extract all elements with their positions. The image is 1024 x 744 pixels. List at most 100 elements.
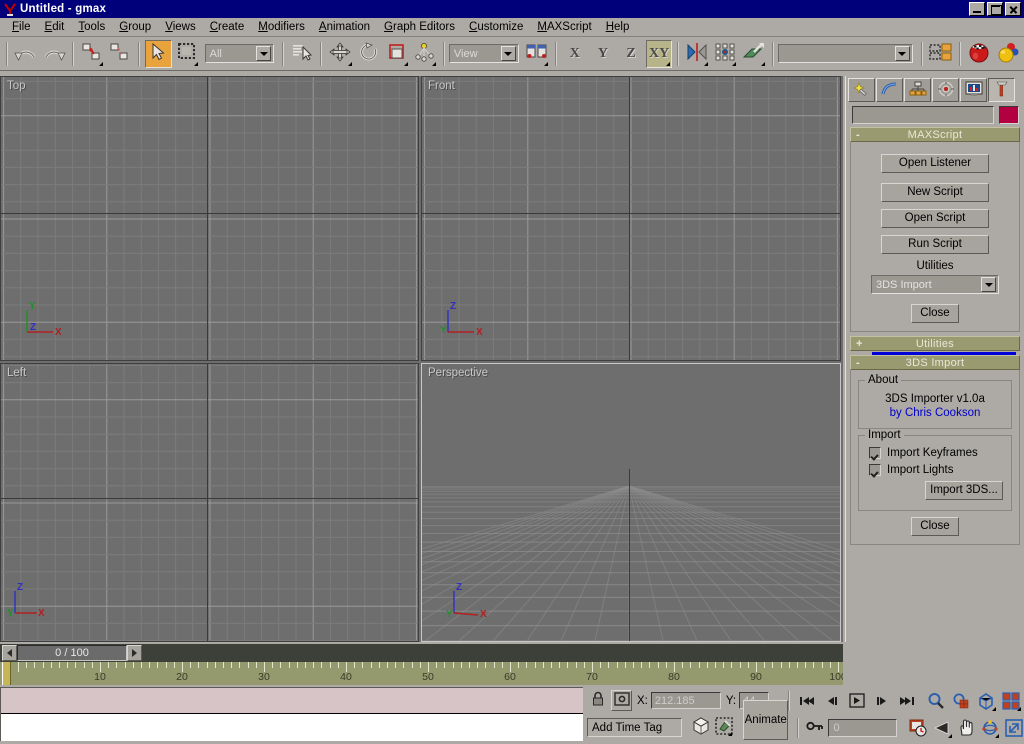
menu-item-graph-editors[interactable]: Graph Editors (377, 20, 462, 34)
undo-button[interactable] (13, 40, 39, 68)
menu-item-create[interactable]: Create (203, 20, 252, 34)
listener-input-field[interactable] (1, 688, 583, 714)
redo-button[interactable] (41, 40, 67, 68)
listener-output-field[interactable] (1, 714, 583, 741)
chevron-down-icon[interactable] (256, 46, 272, 61)
command-tab-utilities[interactable] (988, 78, 1015, 102)
menu-item-file[interactable]: File (5, 20, 38, 34)
go-to-end-button[interactable] (896, 690, 918, 712)
time-configuration-button[interactable] (908, 717, 929, 739)
absolute-relative-toggle-button[interactable] (611, 690, 632, 711)
unlink-selection-button[interactable] (107, 40, 133, 68)
utility-selector-combo[interactable]: 3DS Import (871, 275, 999, 294)
rollout-header-utilities[interactable]: + Utilities (850, 336, 1020, 351)
select-and-move-button[interactable] (327, 40, 353, 68)
menu-item-edit[interactable]: Edit (38, 20, 72, 34)
select-by-name-button[interactable] (289, 40, 315, 68)
time-slider-handle[interactable]: 0 / 100 (2, 645, 142, 661)
menu-item-animation[interactable]: Animation (312, 20, 377, 34)
track-bar[interactable]: 10 20 30 40 50 60 70 80 90 100 (0, 662, 843, 685)
render-scene-button[interactable] (994, 40, 1021, 68)
restrict-to-y-button[interactable]: Y (590, 40, 616, 68)
add-time-tag-field[interactable]: Add Time Tag (587, 718, 682, 737)
align-button[interactable] (712, 40, 738, 68)
menu-item-group[interactable]: Group (112, 20, 158, 34)
import-lights-checkbox[interactable] (869, 464, 881, 476)
menu-item-views[interactable]: Views (158, 20, 202, 34)
grid-toggle-button[interactable] (690, 717, 711, 738)
import-keyframes-checkbox[interactable] (869, 447, 881, 459)
mirror-button[interactable] (684, 40, 710, 68)
previous-frame-button[interactable] (2, 645, 17, 661)
restrict-to-z-button[interactable]: Z (618, 40, 644, 68)
new-script-button[interactable]: New Script (881, 183, 989, 202)
rectangular-selection-region-button[interactable] (174, 40, 200, 68)
maximize-restore-button[interactable] (987, 2, 1003, 16)
selection-lock-toggle-button[interactable] (587, 690, 608, 711)
go-to-start-button[interactable] (796, 690, 818, 712)
viewport-label-top[interactable]: Top (7, 80, 26, 92)
viewport-label-perspective[interactable]: Perspective (428, 367, 488, 379)
zoom-all-button[interactable] (950, 690, 972, 712)
selection-filter-combo[interactable]: All (204, 44, 275, 63)
minimize-button[interactable] (969, 2, 985, 16)
pan-button[interactable] (956, 717, 977, 739)
viewport-perspective[interactable]: Perspective Z X Y (421, 363, 841, 642)
select-and-rotate-button[interactable] (356, 40, 382, 68)
rollout-header-3ds-import[interactable]: - 3DS Import (850, 355, 1020, 370)
arc-rotate-button[interactable] (979, 717, 1000, 739)
command-tab-modify[interactable] (876, 78, 903, 102)
play-animation-button[interactable] (846, 690, 868, 712)
open-script-button[interactable]: Open Script (881, 209, 989, 228)
menu-item-tools[interactable]: Tools (71, 20, 112, 34)
reference-coordinate-system-combo[interactable]: View (448, 44, 519, 63)
restrict-to-x-button[interactable]: X (562, 40, 588, 68)
menu-item-modifiers[interactable]: Modifiers (251, 20, 312, 34)
maxscript-close-button[interactable]: Close (911, 304, 959, 323)
import3ds-close-button[interactable]: Close (911, 517, 959, 536)
current-frame-display[interactable]: 0 / 100 (17, 645, 127, 661)
normal-align-button[interactable] (740, 40, 766, 68)
menu-item-customize[interactable]: Customize (462, 20, 530, 34)
layer-manager-button[interactable] (928, 40, 954, 68)
command-tab-create[interactable] (848, 78, 875, 102)
next-frame-button[interactable] (127, 645, 142, 661)
zoom-extents-button[interactable] (975, 690, 997, 712)
restrict-to-xy-plane-button[interactable]: XY (646, 39, 673, 68)
chevron-down-icon[interactable] (500, 46, 516, 61)
object-color-swatch[interactable] (999, 106, 1019, 124)
import-keyframes-row[interactable]: Import Keyframes (869, 447, 1005, 459)
chevron-down-icon[interactable] (981, 277, 996, 292)
select-and-scale-button[interactable] (384, 40, 410, 68)
command-tab-hierarchy[interactable] (904, 78, 931, 102)
viewport-label-left[interactable]: Left (7, 367, 26, 379)
select-object-button[interactable] (145, 39, 172, 68)
viewport-left[interactable]: Left Z X Y (0, 363, 419, 642)
key-mode-toggle-button[interactable] (805, 717, 826, 738)
select-and-link-button[interactable] (79, 40, 105, 68)
viewport-top[interactable]: Top Y X Z (0, 76, 419, 361)
command-tab-motion[interactable] (932, 78, 959, 102)
menu-item-maxscript[interactable]: MAXScript (530, 20, 598, 34)
select-and-manipulate-button[interactable] (412, 40, 438, 68)
import-lights-row[interactable]: Import Lights (869, 464, 1005, 476)
track-bar-cursor[interactable] (2, 662, 11, 685)
named-selection-sets-combo[interactable] (777, 44, 913, 63)
use-pivot-point-center-button[interactable] (524, 40, 550, 68)
close-button[interactable] (1005, 2, 1021, 16)
viewport-front[interactable]: Front Z X Y (421, 76, 841, 361)
zoom-button[interactable] (925, 690, 947, 712)
open-listener-button[interactable]: Open Listener (881, 154, 989, 173)
chevron-down-icon[interactable] (894, 46, 910, 61)
x-coordinate-input[interactable]: 212.185 (650, 692, 721, 709)
previous-frame-button[interactable] (821, 690, 843, 712)
animate-button[interactable]: Animate (742, 699, 789, 740)
current-key-input[interactable]: 0 (828, 718, 897, 737)
zoom-extents-all-button[interactable] (1000, 690, 1022, 712)
run-script-button[interactable]: Run Script (881, 235, 989, 254)
snap-toggle-button[interactable] (713, 717, 734, 738)
menu-item-help[interactable]: Help (599, 20, 637, 34)
command-tab-display[interactable] (960, 78, 987, 102)
import-3ds-button[interactable]: Import 3DS... (925, 481, 1003, 500)
object-name-input[interactable] (852, 106, 994, 124)
